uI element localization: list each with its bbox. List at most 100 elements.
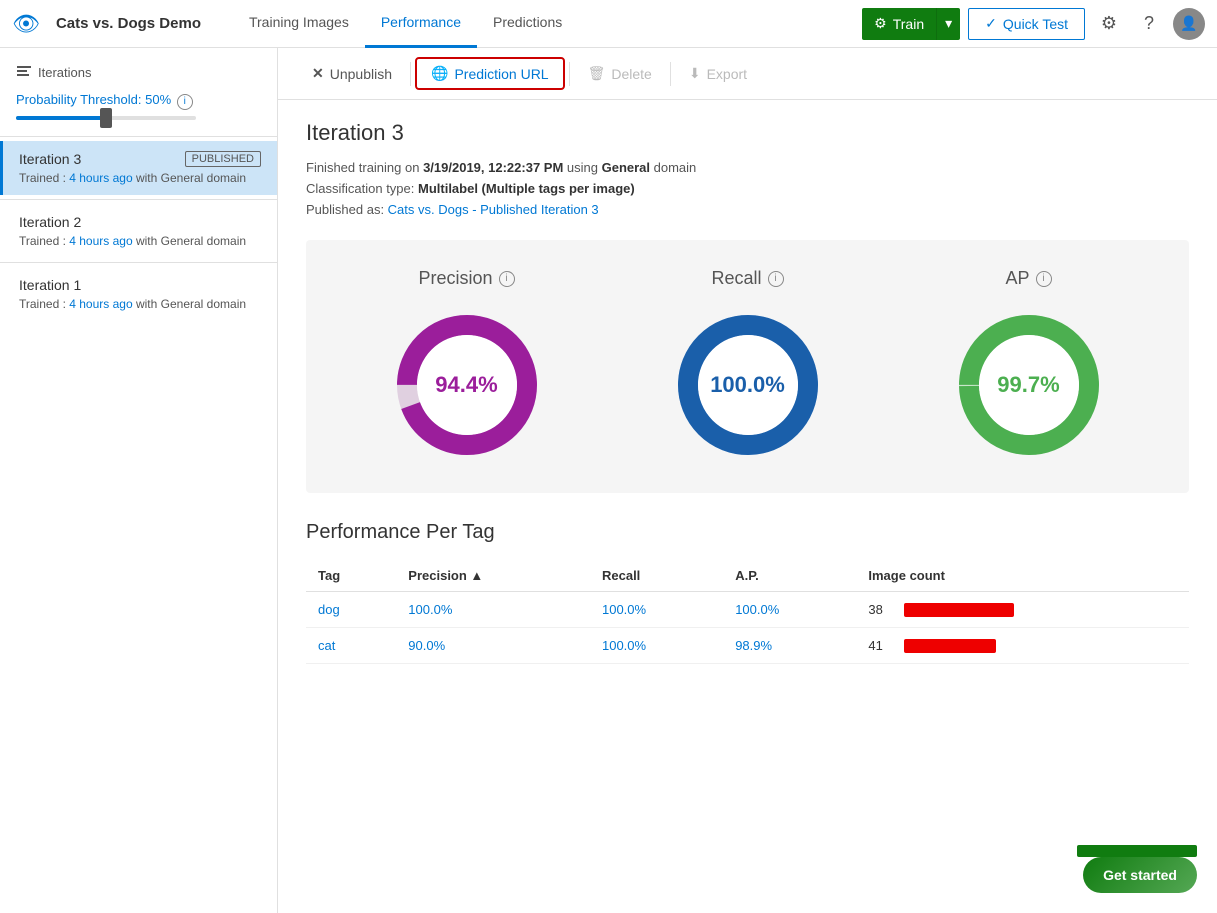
recall-card: Recall i 100.0%	[668, 268, 828, 465]
probability-info-icon[interactable]: i	[177, 94, 193, 110]
image-count-cell: 38	[856, 592, 1189, 628]
iteration-2-time-link[interactable]: 4 hours ago	[69, 234, 132, 248]
table-row: cat 90.0% 100.0% 98.9% 41	[306, 628, 1189, 664]
recall-donut: 100.0%	[668, 305, 828, 465]
ap-cell: 100.0%	[723, 592, 856, 628]
toolbar-sep-2	[569, 62, 570, 86]
avatar-icon: 👤	[1180, 15, 1197, 32]
performance-per-tag: Performance Per Tag Tag Precision ▲ Reca…	[306, 521, 1189, 664]
nav-tabs: Training Images Performance Predictions	[233, 0, 850, 48]
get-started-button[interactable]: Get started	[1083, 857, 1197, 893]
trash-icon: 🗑	[588, 65, 606, 82]
green-bar-bottom	[1077, 845, 1197, 857]
iteration-3-meta: Trained : 4 hours ago with General domai…	[19, 171, 261, 185]
iteration-item-2[interactable]: Iteration 2 Trained : 4 hours ago with G…	[0, 204, 277, 258]
iteration-2-meta: Trained : 4 hours ago with General domai…	[19, 234, 261, 248]
precision-donut: 94.4%	[387, 305, 547, 465]
col-recall: Recall	[590, 560, 723, 592]
probability-label: Probability Threshold: 50% i	[16, 92, 261, 110]
iteration-2-name: Iteration 2	[19, 214, 81, 230]
perf-per-tag-title: Performance Per Tag	[306, 521, 1189, 544]
domain-label: General	[602, 160, 650, 175]
delete-button[interactable]: 🗑 Delete	[574, 59, 666, 88]
content: ✕ Unpublish 🌐 Prediction URL 🗑 Delete ⬇ …	[278, 48, 1217, 913]
iteration-1-time-link[interactable]: 4 hours ago	[69, 297, 132, 311]
help-button[interactable]: ?	[1133, 8, 1165, 40]
col-image-count: Image count	[856, 560, 1189, 592]
iterations-section-title: Iterations	[0, 60, 277, 88]
image-count-cell: 41	[856, 628, 1189, 664]
globe-icon: 🌐	[431, 65, 448, 82]
classification-type: Multilabel (Multiple tags per image)	[418, 181, 635, 196]
image-count-value: 41	[868, 638, 896, 653]
tab-training-images[interactable]: Training Images	[233, 0, 365, 48]
probability-section: Probability Threshold: 50% i	[0, 88, 277, 132]
precision-card: Precision i 94.4%	[387, 268, 547, 465]
table-body: dog 100.0% 100.0% 100.0% 38 cat 90.0% 10…	[306, 592, 1189, 664]
image-count-value: 38	[868, 602, 896, 617]
tab-predictions[interactable]: Predictions	[477, 0, 578, 48]
precision-info-icon[interactable]: i	[499, 271, 515, 287]
ap-value: 99.7%	[997, 372, 1059, 398]
probability-slider-container	[16, 116, 261, 120]
checkmark-icon: ✓	[985, 15, 997, 32]
prediction-url-button[interactable]: 🌐 Prediction URL	[415, 57, 565, 90]
iteration-2-header: Iteration 2	[19, 214, 261, 230]
main-layout: Iterations Probability Threshold: 50% i …	[0, 48, 1217, 913]
iteration-1-meta: Trained : 4 hours ago with General domai…	[19, 297, 261, 311]
iteration-content: Iteration 3 Finished training on 3/19/20…	[278, 100, 1217, 704]
col-tag: Tag	[306, 560, 396, 592]
train-dropdown-button[interactable]: ▾	[936, 8, 960, 40]
recall-title: Recall i	[711, 268, 783, 289]
settings-button[interactable]: ⚙	[1093, 8, 1125, 40]
divider-1	[0, 136, 277, 137]
export-button[interactable]: ⬇ Export	[675, 59, 761, 88]
col-precision[interactable]: Precision ▲	[396, 560, 590, 592]
header-actions: ⚙ Train ▾ ✓ Quick Test ⚙ ? 👤	[862, 8, 1205, 40]
iteration-1-header: Iteration 1	[19, 277, 261, 293]
probability-slider[interactable]	[16, 116, 196, 120]
iteration-item-1[interactable]: Iteration 1 Trained : 4 hours ago with G…	[0, 267, 277, 321]
iteration-3-time-link[interactable]: 4 hours ago	[69, 171, 132, 185]
ap-cell: 98.9%	[723, 628, 856, 664]
table-header-row: Tag Precision ▲ Recall A.P. Image count	[306, 560, 1189, 592]
iterations-icon	[16, 64, 32, 80]
divider-2	[0, 199, 277, 200]
train-button[interactable]: ⚙ Train	[862, 8, 936, 40]
divider-3	[0, 262, 277, 263]
gear-icon: ⚙	[874, 15, 887, 32]
iteration-1-name: Iteration 1	[19, 277, 81, 293]
iteration-title: Iteration 3	[306, 120, 1189, 146]
iteration-3-name: Iteration 3	[19, 151, 81, 167]
table-row: dog 100.0% 100.0% 100.0% 38	[306, 592, 1189, 628]
image-count-bar	[904, 603, 1014, 617]
avatar[interactable]: 👤	[1173, 8, 1205, 40]
toolbar-sep-1	[410, 62, 411, 86]
app-title: Cats vs. Dogs Demo	[56, 15, 201, 32]
precision-cell: 90.0%	[396, 628, 590, 664]
image-count-bar	[904, 639, 996, 653]
unpublish-button[interactable]: ✕ Unpublish	[298, 59, 406, 88]
ap-info-icon[interactable]: i	[1036, 271, 1052, 287]
quick-test-button[interactable]: ✓ Quick Test	[968, 8, 1085, 40]
recall-value: 100.0%	[710, 372, 785, 398]
iteration-item-3[interactable]: Iteration 3 PUBLISHED Trained : 4 hours …	[0, 141, 277, 195]
published-as-link[interactable]: Cats vs. Dogs - Published Iteration 3	[388, 202, 599, 217]
training-date: 3/19/2019, 12:22:37 PM	[423, 160, 563, 175]
tab-performance[interactable]: Performance	[365, 0, 477, 48]
sort-icon: ▲	[470, 568, 483, 583]
precision-value: 94.4%	[435, 372, 497, 398]
precision-cell: 100.0%	[396, 592, 590, 628]
tag-link[interactable]: cat	[318, 638, 335, 653]
metrics-section: Precision i 94.4%	[306, 240, 1189, 493]
ap-card: AP i 99.7%	[949, 268, 1109, 465]
x-icon: ✕	[312, 65, 324, 82]
tag-link[interactable]: dog	[318, 602, 340, 617]
recall-cell: 100.0%	[590, 628, 723, 664]
recall-info-icon[interactable]: i	[768, 271, 784, 287]
published-badge: PUBLISHED	[185, 151, 261, 167]
app-icon: 👁	[12, 11, 40, 37]
performance-table: Tag Precision ▲ Recall A.P. Image count …	[306, 560, 1189, 664]
iteration-3-header: Iteration 3 PUBLISHED	[19, 151, 261, 167]
iteration-desc: Finished training on 3/19/2019, 12:22:37…	[306, 158, 1189, 220]
